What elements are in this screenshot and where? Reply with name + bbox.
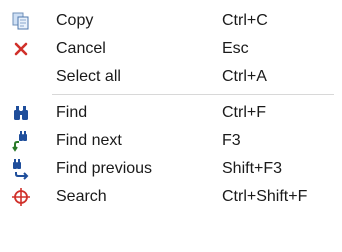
- menu-item-select-all[interactable]: Select all Ctrl+A: [0, 63, 342, 91]
- find-next-icon: [10, 130, 32, 152]
- menu-item-copy[interactable]: Copy Ctrl+C: [0, 7, 342, 35]
- binoculars-icon: [10, 102, 32, 124]
- menu-item-label: Cancel: [56, 40, 106, 57]
- menu-item-label: Select all: [56, 68, 121, 85]
- menu-separator: [0, 91, 342, 99]
- menu-item-shortcut: Shift+F3: [222, 160, 283, 177]
- menu-item-label: Search: [56, 188, 107, 205]
- menu-item-find-next[interactable]: Find next F3: [0, 127, 342, 155]
- context-menu: Copy Ctrl+C Cancel Esc Select all Ctrl+A: [0, 0, 342, 252]
- menu-item-shortcut: Ctrl+Shift+F: [222, 188, 308, 205]
- menu-item-label: Find: [56, 104, 88, 121]
- menu-item-shortcut: Ctrl+F: [222, 104, 266, 121]
- menu-item-shortcut: Esc: [222, 40, 249, 57]
- menu-item-shortcut: Ctrl+A: [222, 68, 267, 85]
- menu-item-label: Copy: [56, 12, 94, 29]
- menu-item-cancel[interactable]: Cancel Esc: [0, 35, 342, 63]
- menu-item-label: Find previous: [56, 160, 153, 177]
- menu-item-search[interactable]: Search Ctrl+Shift+F: [0, 183, 342, 211]
- find-previous-icon: [10, 158, 32, 180]
- crosshair-icon: [10, 186, 32, 208]
- menu-item-shortcut: F3: [222, 132, 241, 149]
- menu-item-shortcut: Ctrl+C: [222, 12, 268, 29]
- cancel-icon: [10, 38, 32, 60]
- menu-item-find[interactable]: Find Ctrl+F: [0, 99, 342, 127]
- menu-item-find-previous[interactable]: Find previous Shift+F3: [0, 155, 342, 183]
- copy-icon: [10, 10, 32, 32]
- menu-item-label: Find next: [56, 132, 122, 149]
